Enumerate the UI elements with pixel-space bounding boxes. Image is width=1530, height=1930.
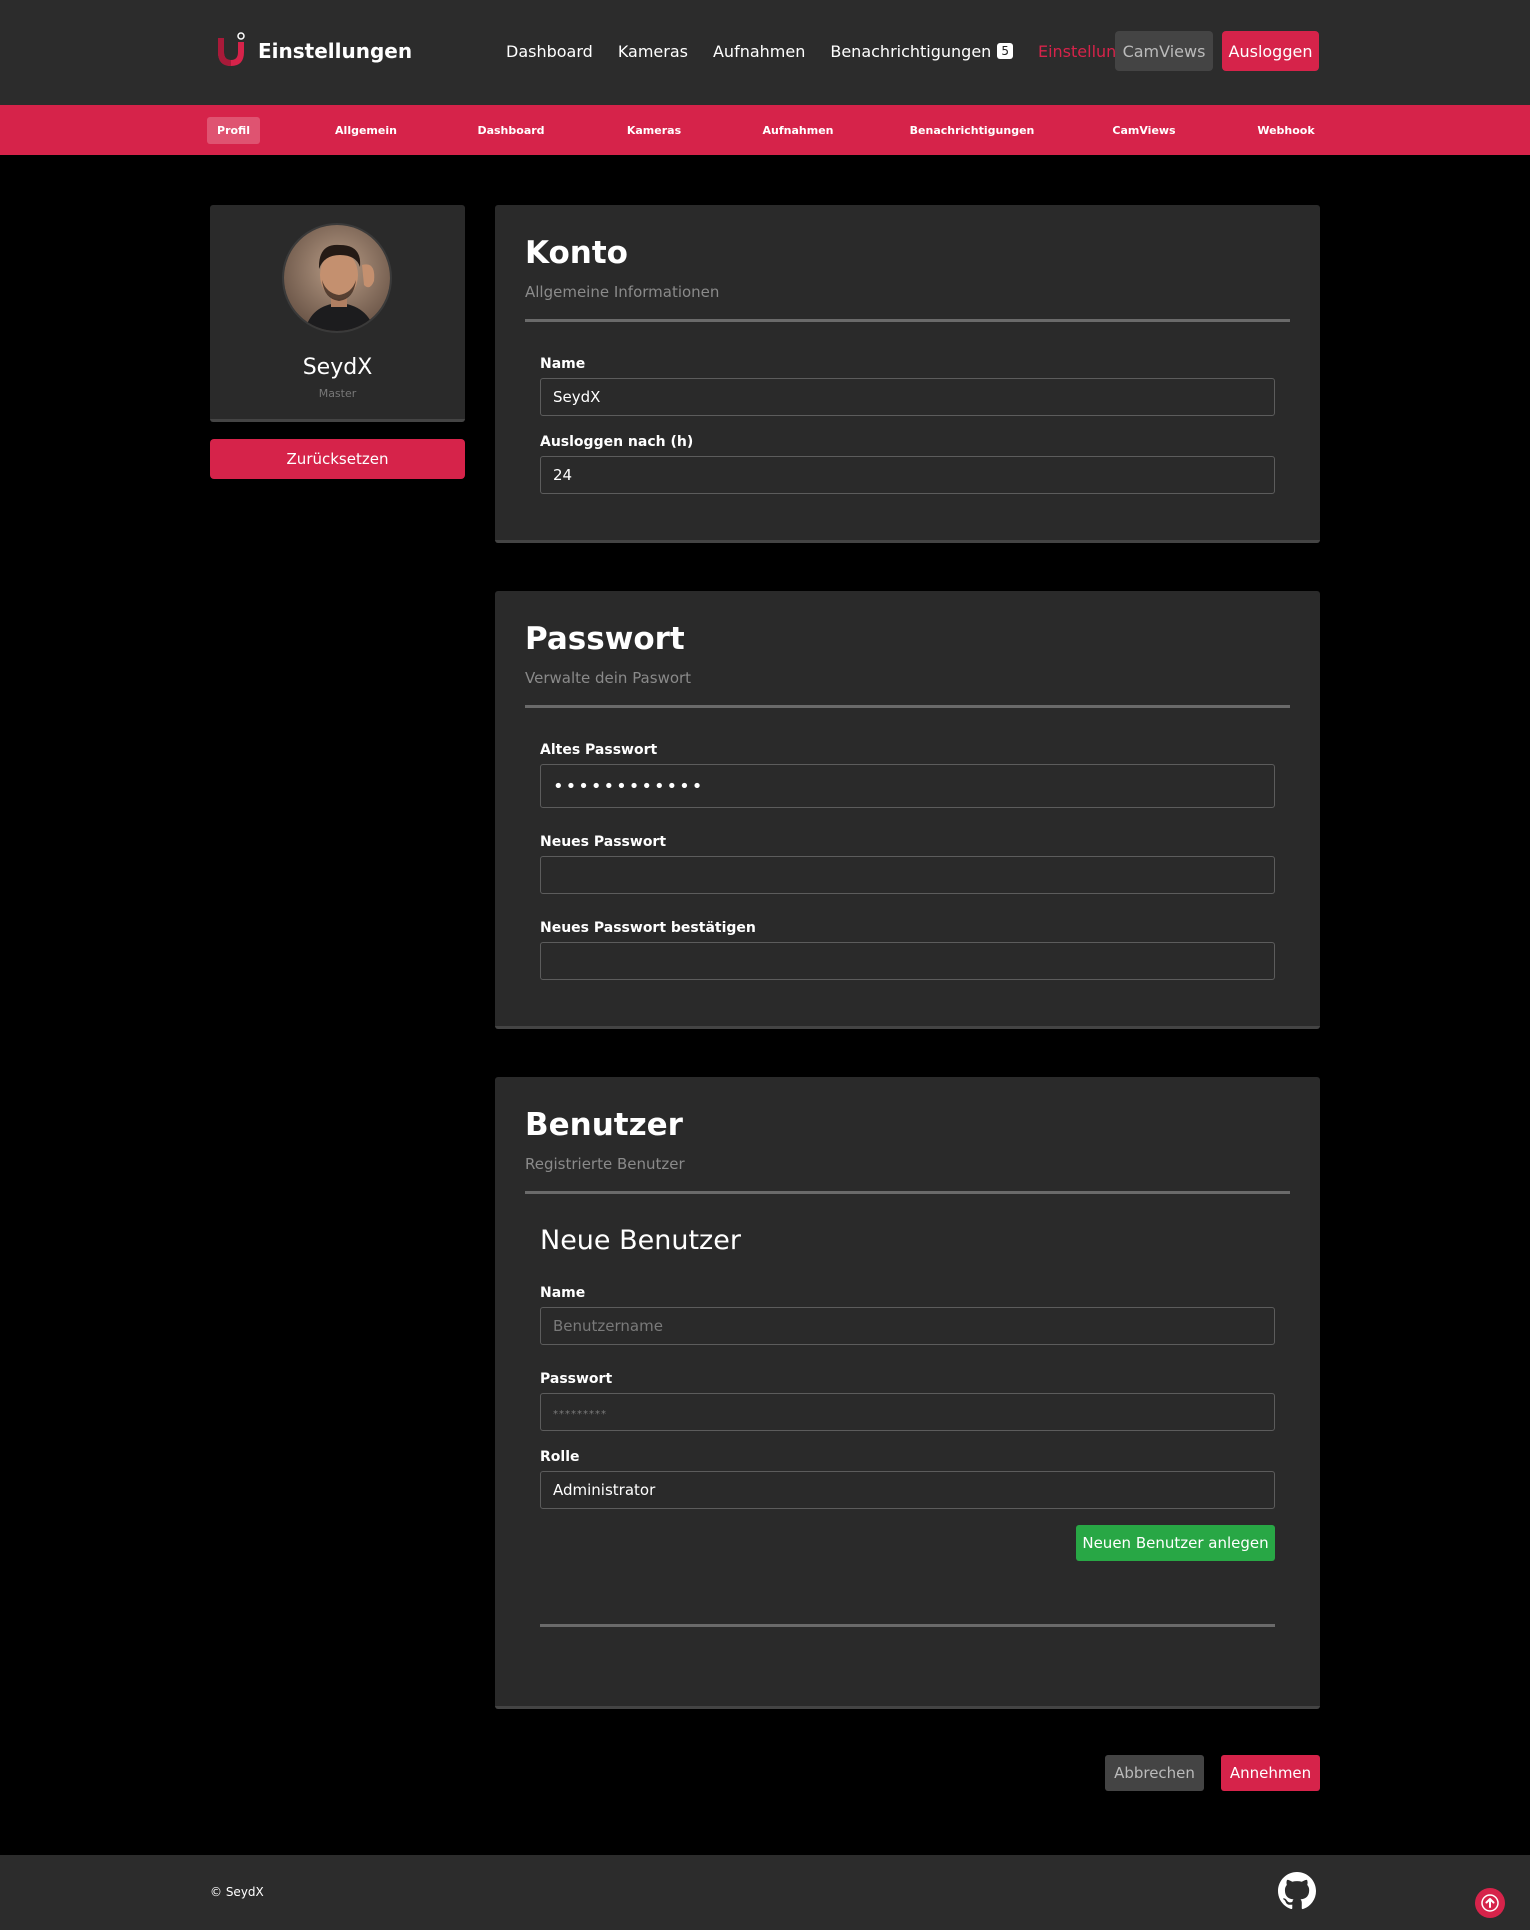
reset-button[interactable]: Zurücksetzen — [210, 439, 465, 479]
users-subtitle: Registrierte Benutzer — [525, 1155, 685, 1173]
subnav-benachrichtigungen[interactable]: Benachrichtigungen — [910, 117, 1035, 144]
logout-after-label: Ausloggen nach (h) — [540, 434, 694, 450]
camviews-button[interactable]: CamViews — [1115, 31, 1213, 71]
new-password-label: Neues Passwort — [540, 834, 667, 850]
old-password-input[interactable] — [540, 764, 1275, 808]
avatar[interactable] — [282, 223, 392, 333]
nav-aufnahmen[interactable]: Aufnahmen — [713, 42, 805, 61]
footer-copyright: © SeydX — [210, 1885, 264, 1899]
account-subtitle: Allgemeine Informationen — [525, 283, 720, 301]
settings-subnav: Profil Allgemein Dashboard Kameras Aufna… — [0, 105, 1530, 155]
users-title: Benutzer — [525, 1107, 683, 1143]
new-user-password-input[interactable] — [540, 1393, 1275, 1431]
new-password-input[interactable] — [540, 856, 1275, 894]
brand[interactable]: Einstellungen — [216, 32, 412, 70]
new-user-title: Neue Benutzer — [540, 1225, 741, 1256]
password-panel: Passwort Verwalte dein Paswort Altes Pas… — [495, 591, 1320, 1029]
account-name-input[interactable] — [540, 378, 1275, 416]
divider — [525, 319, 1290, 322]
footer: © SeydX — [0, 1855, 1530, 1930]
account-panel: Konto Allgemeine Informationen Name Ausl… — [495, 205, 1320, 543]
subnav-profil[interactable]: Profil — [207, 117, 260, 144]
subnav-allgemein[interactable]: Allgemein — [326, 117, 406, 144]
divider — [525, 705, 1290, 708]
create-user-button[interactable]: Neuen Benutzer anlegen — [1076, 1525, 1275, 1561]
confirm-password-input[interactable] — [540, 942, 1275, 980]
main-nav: Dashboard Kameras Aufnahmen Benachrichti… — [506, 31, 1171, 71]
accept-button[interactable]: Annehmen — [1221, 1755, 1320, 1791]
arrow-up-icon — [1481, 1894, 1499, 1912]
account-name-label: Name — [540, 356, 586, 372]
nav-benachrichtigungen-label: Benachrichtigungen — [830, 41, 992, 61]
cancel-button[interactable]: Abbrechen — [1105, 1755, 1204, 1791]
new-user-name-input[interactable] — [540, 1307, 1275, 1345]
camera-ui-logo-icon — [218, 32, 245, 66]
profile-name: SeydX — [302, 355, 373, 380]
github-icon[interactable] — [1278, 1872, 1316, 1910]
password-title: Passwort — [525, 621, 685, 657]
users-list-divider — [540, 1624, 1275, 1627]
subnav-kameras[interactable]: Kameras — [614, 117, 694, 144]
profile-role: Master — [318, 387, 357, 400]
notification-count-badge: 5 — [997, 43, 1013, 59]
subnav-aufnahmen[interactable]: Aufnahmen — [758, 117, 838, 144]
users-panel: Benutzer Registrierte Benutzer Neue Benu… — [495, 1077, 1320, 1709]
divider — [525, 1191, 1290, 1194]
nav-dashboard[interactable]: Dashboard — [506, 42, 593, 61]
avatar-image — [284, 225, 390, 331]
old-password-label: Altes Passwort — [540, 742, 658, 758]
new-user-name-label: Name — [540, 1285, 586, 1301]
subnav-webhook[interactable]: Webhook — [1246, 117, 1326, 144]
new-user-password-label: Passwort — [540, 1371, 613, 1387]
scroll-top-button[interactable] — [1475, 1888, 1505, 1918]
subnav-dashboard[interactable]: Dashboard — [471, 117, 551, 144]
top-navbar: Einstellungen Dashboard Kameras Aufnahme… — [0, 0, 1530, 105]
role-select[interactable] — [540, 1471, 1275, 1509]
account-title: Konto — [525, 235, 628, 271]
nav-benachrichtigungen[interactable]: Benachrichtigungen 5 — [830, 42, 1013, 61]
logout-button[interactable]: Ausloggen — [1222, 31, 1319, 71]
brand-title: Einstellungen — [258, 39, 413, 63]
password-subtitle: Verwalte dein Paswort — [525, 669, 692, 687]
profile-card: SeydX Master — [210, 205, 465, 422]
nav-kameras[interactable]: Kameras — [618, 42, 688, 61]
confirm-password-label: Neues Passwort bestätigen — [540, 920, 756, 936]
role-label: Rolle — [540, 1449, 580, 1465]
subnav-camviews[interactable]: CamViews — [1104, 117, 1184, 144]
logout-after-input[interactable] — [540, 456, 1275, 494]
